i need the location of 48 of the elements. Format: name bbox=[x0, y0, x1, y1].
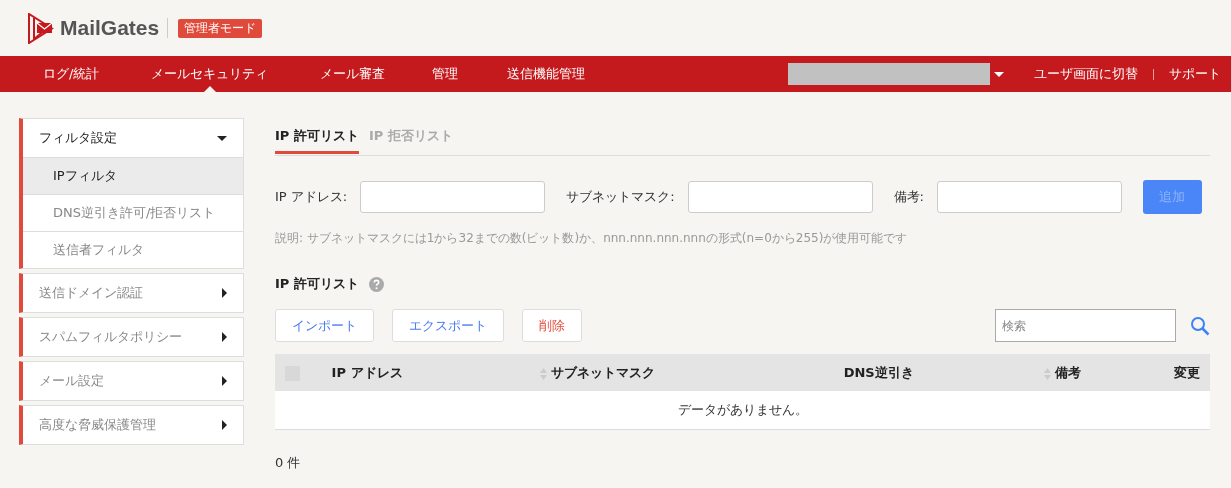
sidebar-item[interactable]: 送信者フィルタ bbox=[23, 231, 243, 268]
input-field[interactable] bbox=[687, 181, 873, 213]
column-header[interactable]: 備考 bbox=[1055, 364, 1082, 380]
help-text: 説明: サブネットマスクには1から32までの数(ビット数)か、nnn.nnn.nnn.nnnの形式(n=0から255)が使用可能です bbox=[275, 230, 909, 247]
sidebar-group-header[interactable]: スパムフィルタポリシー bbox=[23, 318, 243, 356]
nav-tab[interactable]: メール審査 bbox=[320, 56, 386, 92]
caret-down-icon bbox=[217, 135, 227, 141]
caret-right-icon bbox=[222, 288, 227, 298]
logo-icon bbox=[27, 12, 54, 44]
column-header[interactable]: 変更 bbox=[1174, 364, 1200, 380]
sort-icon[interactable] bbox=[1044, 367, 1052, 381]
field-label: サブネットマスク: bbox=[566, 188, 675, 206]
field-label: IP アドレス: bbox=[275, 188, 348, 206]
input-field[interactable] bbox=[936, 181, 1122, 213]
column-header[interactable]: サブネットマスク bbox=[551, 364, 656, 380]
section-title: IP 許可リスト bbox=[275, 275, 359, 293]
column-header[interactable]: DNS逆引き bbox=[843, 364, 914, 380]
search-field[interactable]: 検索 bbox=[995, 309, 1176, 342]
nav-tab[interactable]: 送信機能管理 bbox=[507, 56, 586, 92]
help-icon[interactable] bbox=[368, 276, 384, 292]
nav-link[interactable]: ユーザ画面に切替 bbox=[1034, 65, 1138, 83]
nav-link[interactable]: サポート bbox=[1169, 65, 1221, 83]
field-label: 備考: bbox=[893, 188, 924, 206]
sidebar-group-header[interactable]: メール設定 bbox=[23, 362, 243, 400]
caret-right-icon bbox=[222, 376, 227, 386]
sidebar-group-header[interactable]: 送信ドメイン認証 bbox=[23, 274, 243, 312]
column-header[interactable]: IP アドレス bbox=[331, 364, 403, 380]
sidebar-group-header[interactable]: 高度な脅威保護管理 bbox=[23, 406, 243, 444]
nav-tab[interactable]: 管理 bbox=[432, 56, 459, 92]
caret-right-icon bbox=[222, 420, 227, 430]
tab[interactable]: IP 許可リスト bbox=[275, 118, 359, 154]
record-count: 0 件 bbox=[275, 454, 302, 472]
nav-tab[interactable]: メールセキュリティ bbox=[151, 56, 269, 92]
toolbar-button[interactable]: 削除 bbox=[522, 309, 582, 342]
caret-right-icon bbox=[222, 332, 227, 342]
toolbar-button[interactable]: インポート bbox=[275, 309, 374, 342]
mode-badge: 管理者モード bbox=[178, 18, 263, 38]
toolbar-button[interactable]: エクスポート bbox=[392, 309, 504, 342]
logo-text: MailGates bbox=[60, 18, 169, 38]
sidebar-group-header[interactable]: フィルタ設定 bbox=[23, 119, 243, 157]
sidebar-item[interactable]: DNS逆引き許可/拒否リスト bbox=[23, 194, 243, 231]
sidebar-item[interactable]: IPフィルタ bbox=[23, 157, 243, 194]
sort-icon[interactable] bbox=[540, 367, 548, 381]
caret-down-icon[interactable] bbox=[994, 71, 1004, 77]
search-icon[interactable] bbox=[1190, 315, 1210, 336]
nav-tab[interactable]: ログ/統計 bbox=[43, 56, 100, 92]
input-field[interactable] bbox=[360, 181, 546, 213]
empty-message: データがありません。 bbox=[677, 402, 808, 417]
